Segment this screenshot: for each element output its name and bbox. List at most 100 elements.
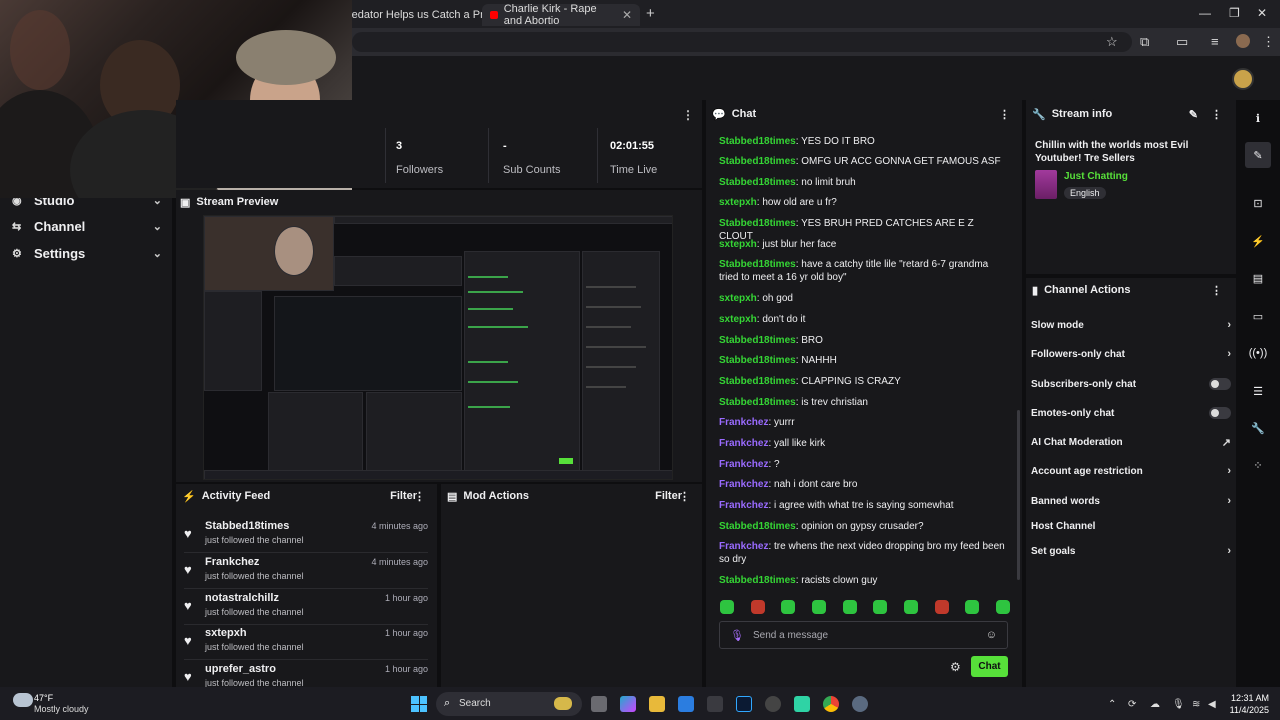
media-player-icon[interactable] [678, 696, 694, 712]
channel-action-row[interactable]: Emotes-only chat [1031, 403, 1231, 423]
new-tab-icon[interactable]: + [646, 5, 655, 22]
emote-icon[interactable] [781, 600, 796, 614]
chat-username[interactable]: Stabbed18times [719, 575, 796, 586]
chat-username[interactable]: Frankchez [719, 500, 768, 511]
chat-username[interactable]: Stabbed18times [719, 136, 796, 147]
chat-username[interactable]: Frankchez [719, 438, 768, 449]
copilot-icon[interactable] [620, 696, 636, 712]
chat-username[interactable]: sxtepxh [719, 314, 757, 325]
filter-button[interactable]: Filter [390, 490, 417, 502]
taskbar-search[interactable]: ⌕ Search [436, 692, 582, 716]
menu-kebab-icon[interactable]: ⋮ [1262, 34, 1275, 50]
emote-icon[interactable] [750, 600, 765, 614]
kebab-icon[interactable]: ⋮ [682, 108, 694, 122]
chat-username[interactable]: Frankchez [719, 541, 768, 552]
toggle-switch[interactable] [1209, 378, 1231, 390]
bookmark-star-icon[interactable]: ☆ [1106, 34, 1118, 50]
activity-user[interactable]: notastralchillz [205, 592, 279, 604]
store-icon[interactable] [707, 696, 723, 712]
cast-icon[interactable]: ▭ [1176, 34, 1188, 50]
toggle-switch[interactable] [1209, 407, 1231, 419]
emote-icon[interactable] [842, 600, 857, 614]
activity-user[interactable]: Stabbed18times [205, 520, 289, 532]
user-avatar[interactable] [1232, 68, 1254, 90]
chat-username[interactable]: Stabbed18times [719, 156, 796, 167]
nav-item-settings[interactable]: ⚙ Settings ⌄ [12, 243, 162, 263]
sync-icon[interactable]: ⟳ [1128, 699, 1136, 710]
obs-icon[interactable] [765, 696, 781, 712]
wrench-icon[interactable]: 🔧 [1245, 415, 1271, 441]
kebab-icon[interactable]: ⋮ [679, 490, 690, 503]
send-chat-button[interactable]: Chat [971, 656, 1008, 677]
chat-username[interactable]: Stabbed18times [719, 218, 796, 229]
chat-bubble-icon[interactable]: ▭ [1245, 303, 1271, 329]
channel-action-row[interactable]: Banned words › [1031, 491, 1231, 511]
gear-icon[interactable]: ⚙ [950, 660, 961, 674]
chat-username[interactable]: sxtepxh [719, 197, 757, 208]
discord-icon[interactable] [794, 696, 810, 712]
emote-icon[interactable] [903, 600, 918, 614]
add-widget-icon[interactable]: ⁘ [1245, 452, 1271, 478]
chat-username[interactable]: Stabbed18times [719, 376, 796, 387]
channel-action-row[interactable]: Followers-only chat › [1031, 344, 1231, 364]
channel-action-row[interactable]: Host Channel [1031, 516, 1231, 536]
document-icon[interactable]: ▤ [1245, 265, 1271, 291]
emoji-icon[interactable]: ☺ [986, 629, 997, 641]
chat-username[interactable]: Stabbed18times [719, 335, 796, 346]
emote-icon[interactable] [873, 600, 888, 614]
chat-username[interactable]: Frankchez [719, 417, 768, 428]
chat-username[interactable]: Frankchez [719, 479, 768, 490]
chevron-up-icon[interactable]: ⌃ [1108, 699, 1116, 710]
maximize-icon[interactable]: ❐ [1229, 6, 1240, 20]
photoshop-icon[interactable] [736, 696, 752, 712]
emote-icon[interactable] [934, 600, 949, 614]
channel-action-row[interactable]: Slow mode › [1031, 315, 1231, 335]
chat-username[interactable]: Stabbed18times [719, 397, 796, 408]
wifi-icon[interactable]: ≋ [1192, 699, 1200, 710]
chat-username[interactable]: Frankchez [719, 459, 768, 470]
microphone-icon[interactable]: 🎙 [1172, 699, 1185, 710]
kebab-icon[interactable]: ⋮ [414, 490, 425, 503]
onedrive-icon[interactable]: ☁ [1150, 699, 1160, 710]
chat-scrollbar[interactable] [1017, 410, 1020, 580]
emote-icon[interactable] [811, 600, 826, 614]
channel-action-row[interactable]: Account age restriction › [1031, 461, 1231, 481]
weather-temp[interactable]: 47°F [34, 693, 53, 703]
activity-user[interactable]: sxtepxh [205, 627, 247, 639]
minimize-icon[interactable]: — [1199, 6, 1211, 20]
activity-user[interactable]: Frankchez [205, 556, 259, 568]
channel-action-row[interactable]: AI Chat Moderation ↗ [1031, 432, 1231, 452]
activity-user[interactable]: uprefer_astro [205, 663, 276, 675]
stream-category[interactable]: Just Chatting [1064, 171, 1128, 182]
profile-avatar-icon[interactable] [1236, 34, 1250, 48]
kebab-icon[interactable]: ⋮ [1211, 108, 1222, 121]
clock-date[interactable]: 11/4/2025 [1221, 705, 1269, 715]
chat-username[interactable]: Stabbed18times [719, 177, 796, 188]
kebab-icon[interactable]: ⋮ [1211, 284, 1222, 297]
edit-pencil-icon[interactable]: ✎ [1245, 142, 1271, 168]
channel-action-row[interactable]: Subscribers-only chat [1031, 374, 1231, 394]
chat-username[interactable]: Stabbed18times [719, 259, 796, 270]
nav-item-channel[interactable]: ⇆ Channel ⌄ [12, 216, 162, 236]
settings-app-icon[interactable] [852, 696, 868, 712]
screenshot-icon[interactable]: ⊡ [1245, 190, 1271, 216]
chat-username[interactable]: sxtepxh [719, 293, 757, 304]
volume-icon[interactable]: ◀ [1208, 699, 1216, 710]
close-window-icon[interactable]: ✕ [1257, 6, 1267, 20]
info-icon[interactable]: ℹ [1245, 105, 1271, 131]
file-explorer-icon[interactable] [649, 696, 665, 712]
chat-username[interactable]: Stabbed18times [719, 521, 796, 532]
close-tab-icon[interactable]: ✕ [622, 8, 632, 22]
extensions-icon[interactable]: ⧉ [1140, 34, 1149, 50]
stream-preview-video[interactable] [203, 215, 673, 480]
emote-icon[interactable] [720, 600, 734, 614]
chat-username[interactable]: Stabbed18times [719, 355, 796, 366]
browser-tab[interactable]: redator Helps us Catch a Pred [340, 4, 504, 26]
broadcast-icon[interactable]: ((•)) [1245, 340, 1271, 366]
task-view-icon[interactable] [591, 696, 607, 712]
clock-time[interactable]: 12:31 AM [1229, 693, 1269, 703]
media-icon[interactable]: ≡ [1211, 34, 1219, 49]
layout-icon[interactable]: ☰ [1245, 378, 1271, 404]
edit-pencil-icon[interactable]: ✎ [1189, 108, 1198, 121]
microphone-icon[interactable]: 🎙 [730, 629, 744, 642]
